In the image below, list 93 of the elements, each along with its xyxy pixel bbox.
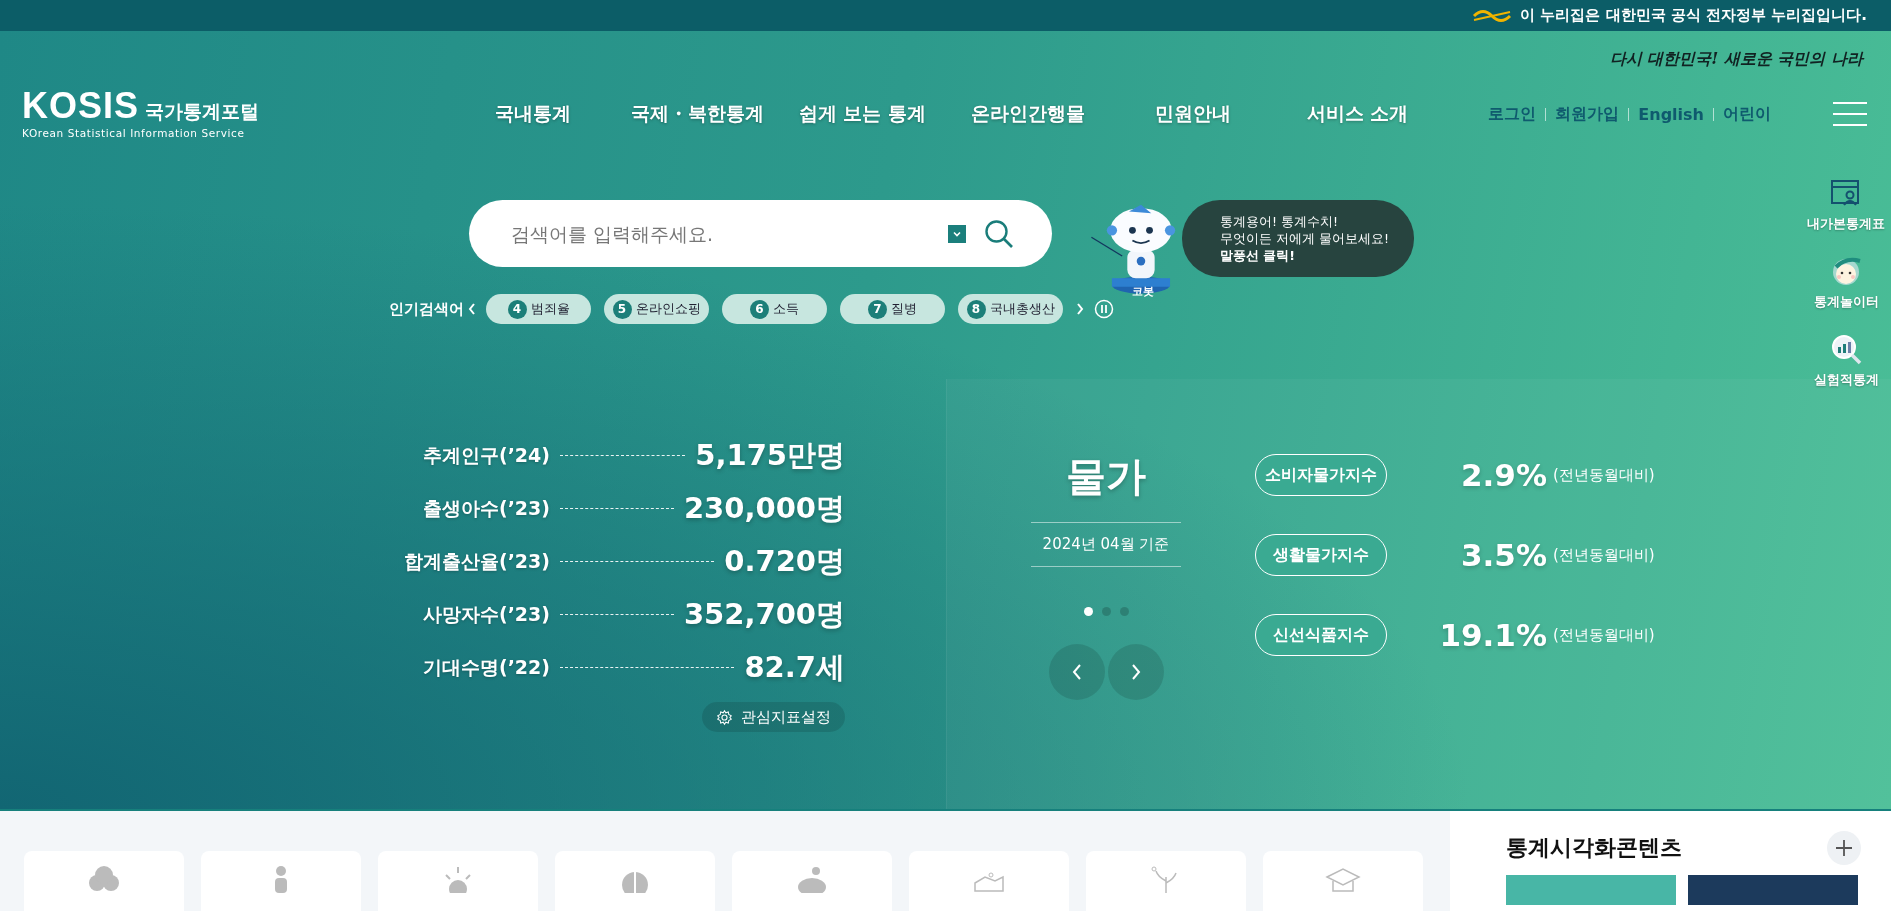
statistic-value: 0.720명 [724, 542, 845, 580]
statistic-value: 230,000명 [683, 489, 845, 527]
government-logo-icon [1472, 7, 1513, 24]
search-field[interactable]: 검색어를 입력해주세요. [469, 200, 1052, 268]
index-note: (전년동월대비) [1553, 545, 1655, 565]
statistic-label: 추계인구(’24) [421, 442, 550, 468]
chevron-left-icon [1070, 662, 1083, 682]
index-value: 2.9% [1460, 457, 1547, 493]
category-card[interactable] [201, 851, 361, 911]
chatbot-speech-bubble[interactable]: 통계용어! 통계수치! 무엇이든 저에게 물어보세요! 말풍선 클릭! [1182, 200, 1414, 278]
user-link[interactable]: English [1638, 104, 1704, 124]
dropdown-icon[interactable] [948, 224, 966, 243]
smiling-face-icon [1830, 255, 1862, 288]
nav-menu-item[interactable]: 온라인간행물 [945, 101, 1110, 128]
logo-subtitle: 국가통계포털 [145, 99, 260, 125]
quick-menu-label: 실험적통계 [1813, 371, 1879, 390]
keyword-text: 국내총생산 [989, 300, 1055, 319]
interest-settings-button[interactable]: 관심지표설정 [702, 702, 845, 732]
statistic-label: 사망자수(’23) [421, 601, 550, 627]
government-banner-text: 이 누리집은 대한민국 공식 전자정부 누리집입니다. [1520, 6, 1867, 26]
thumbnail-placeholder[interactable] [1688, 875, 1858, 905]
site-logo[interactable]: KOSIS 국가통계포털 KOrean Statistical Information Service [22, 89, 450, 140]
rank-badge: 7 [868, 299, 887, 319]
index-name-label: 소비자물가지수 [1255, 454, 1387, 496]
index-note: (전년동월대비) [1553, 465, 1655, 485]
gear-icon [716, 708, 733, 726]
category-card[interactable] [24, 851, 184, 911]
popular-keyword-chip[interactable]: 6 소득 [722, 294, 827, 325]
reference-date: 2024년 04월 기준 [1031, 522, 1181, 567]
bubble-call-to-action: 말풍선 클릭! [1220, 247, 1297, 265]
nav-menu-item[interactable]: 국내통계 [450, 101, 615, 128]
logo-tagline: KOrean Statistical Information Service [22, 127, 246, 140]
quick-menu-item[interactable]: 실험적통계 [1813, 333, 1879, 390]
index-value: 19.1% [1438, 617, 1547, 653]
chevron-right-icon [1129, 662, 1142, 682]
quick-menu-label: 통계놀이터 [1813, 293, 1879, 312]
user-link[interactable]: 회원가입 [1555, 103, 1620, 125]
search-icon[interactable] [984, 218, 1014, 249]
rank-badge: 5 [612, 299, 632, 319]
user-link[interactable]: 로그인 [1488, 103, 1537, 125]
slogan-text: 다시 대한민국! 새로운 국민의 나라 [1609, 49, 1863, 71]
quick-menu-item[interactable]: 내가본통계표 [1807, 177, 1885, 234]
popular-keyword-chip[interactable]: 4 범죄율 [486, 294, 591, 325]
price-panel-title: 물가 [1066, 452, 1146, 501]
bubble-text: 무엇이든 저에게 물어보세요! [1220, 230, 1390, 248]
index-value: 3.5% [1460, 537, 1547, 573]
category-card[interactable] [732, 851, 892, 911]
keyword-text: 소득 [773, 300, 799, 319]
more-button[interactable] [1827, 831, 1861, 865]
statistic-label: 기대수명(’22) [421, 654, 550, 680]
thumbnail-placeholder[interactable] [1506, 875, 1676, 905]
statistic-label: 출생아수(’23) [421, 495, 550, 521]
menu-button[interactable] [1833, 102, 1867, 127]
popular-searches-label: 인기검색어 [389, 299, 464, 319]
category-card[interactable] [1086, 851, 1246, 911]
category-card[interactable] [378, 851, 538, 911]
bubble-text: 통계용어! 통계수치! [1220, 213, 1339, 231]
category-card[interactable] [1263, 851, 1423, 911]
user-link[interactable]: 어린이 [1723, 103, 1771, 125]
nav-menu-item[interactable]: 쉽게 보는 통계 [780, 101, 945, 128]
search-input[interactable]: 검색어를 입력해주세요. [509, 221, 948, 246]
statistic-value: 82.7세 [744, 648, 845, 686]
plus-icon [1834, 838, 1854, 858]
category-card[interactable] [555, 851, 715, 911]
pause-icon[interactable] [1094, 299, 1114, 320]
slide-indicator-dot[interactable] [1119, 607, 1129, 616]
popular-keyword-chip[interactable]: 5 온라인쇼핑 [604, 294, 709, 325]
rank-badge: 4 [507, 299, 527, 319]
keyword-text: 질병 [891, 300, 917, 319]
index-name-label: 신선식품지수 [1255, 614, 1387, 656]
statistic-label: 합계출산율(’23) [402, 548, 550, 574]
keyword-text: 범죄율 [530, 300, 570, 319]
nav-menu-item[interactable]: 국제・북한통계 [615, 101, 780, 128]
slide-indicator-dot[interactable] [1083, 607, 1093, 616]
keyword-text: 온라인쇼핑 [635, 300, 701, 319]
index-name-label: 생활물가지수 [1255, 534, 1387, 576]
visual-contents-title: 통계시각화콘텐츠 [1506, 834, 1682, 862]
rank-badge: 6 [750, 299, 769, 319]
nav-menu-item[interactable]: 민원안내 [1110, 101, 1275, 128]
magnifier-chart-icon [1830, 333, 1862, 366]
rank-badge: 8 [966, 299, 986, 319]
popular-keyword-chip[interactable]: 7 질병 [840, 294, 945, 325]
logo-title: KOSIS [22, 89, 140, 124]
statistic-value: 352,700명 [683, 595, 845, 633]
quick-menu-label: 내가본통계표 [1807, 215, 1885, 234]
quick-menu-item[interactable]: 통계놀이터 [1813, 255, 1879, 312]
mascot-name-label: 코봇 [1132, 284, 1154, 300]
popular-keyword-chip[interactable]: 8 국내총생산 [958, 294, 1063, 325]
nav-menu-item[interactable]: 서비스 소개 [1275, 101, 1440, 128]
index-note: (전년동월대비) [1553, 625, 1655, 645]
statistic-value: 5,175만명 [695, 436, 845, 474]
category-card[interactable] [909, 851, 1069, 911]
slide-indicator-dot[interactable] [1101, 607, 1111, 616]
